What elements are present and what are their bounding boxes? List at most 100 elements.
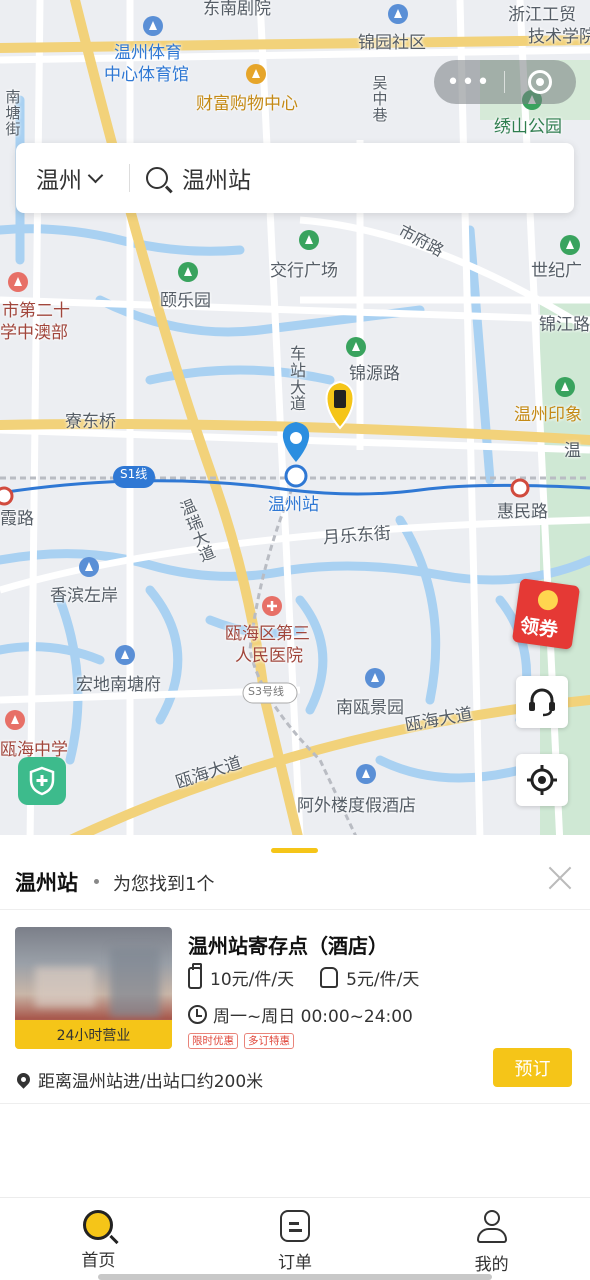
- price-row: 10元/件/天 5元/件/天: [188, 962, 420, 990]
- opening-hours: 周一~周日 00:00~24:00: [213, 1007, 413, 1027]
- map-label: 温州体育: [114, 43, 182, 63]
- poi-icon: [555, 377, 575, 397]
- map-label: 人民医院: [235, 646, 303, 666]
- shield-icon: [29, 766, 55, 796]
- location-pin-icon: [14, 1070, 33, 1089]
- map-label: 绣山公园: [494, 117, 562, 137]
- map-label: 霞路: [0, 509, 34, 529]
- residence-icon: [79, 557, 99, 577]
- map-view[interactable]: 东南剧院 浙江工贸 技术学院 温州体育 中心体育馆 锦园社区 财富购物中心 南塘…: [0, 0, 590, 845]
- tab-label: 首页: [81, 1251, 116, 1271]
- sheet-drag-handle[interactable]: [271, 848, 318, 853]
- map-label: 世纪广: [531, 261, 582, 281]
- coupon-label: 领券: [518, 614, 560, 642]
- open-24h-badge: 24小时营业: [15, 1020, 172, 1049]
- station-label: 温州站: [268, 495, 319, 515]
- mall-icon: [246, 64, 266, 84]
- divider: [0, 1103, 590, 1104]
- search-home-icon: [83, 1210, 114, 1240]
- map-label: 温: [564, 441, 581, 461]
- search-field[interactable]: [130, 143, 574, 213]
- tab-home[interactable]: 首页: [0, 1198, 197, 1280]
- promo-tags: 限时优惠 多订特惠: [188, 1033, 300, 1049]
- poi-icon: [346, 337, 366, 357]
- store-card[interactable]: 24小时营业 温州站寄存点（酒店） 10元/件/天 5元/件/天 周一~周日 0…: [0, 910, 590, 1102]
- map-label: 温州印象: [514, 405, 582, 425]
- store-photo: 24小时营业: [15, 927, 172, 1049]
- map-label: 南塘街: [5, 88, 21, 138]
- tab-bar: 首页 订单 我的: [0, 1197, 590, 1280]
- promo-tag: 多订特惠: [244, 1033, 294, 1049]
- map-label: 锦江路: [539, 315, 590, 335]
- results-title: 温州站: [15, 871, 78, 895]
- chevron-down-icon: [87, 167, 104, 183]
- map-label: 东南剧院: [203, 0, 271, 19]
- distance-text: 距离温州站进/出站口约200米: [38, 1072, 264, 1092]
- coin-icon: [536, 588, 560, 612]
- park-icon: [560, 235, 580, 255]
- home-indicator: [98, 1274, 492, 1280]
- map-label: 瓯海区第三: [225, 624, 310, 644]
- crosshair-icon: [527, 765, 557, 795]
- map-label: 技术学院: [528, 27, 590, 47]
- suitcase-icon: [188, 962, 202, 989]
- map-label: 浙江工贸: [508, 5, 576, 25]
- tab-orders[interactable]: 订单: [197, 1198, 394, 1280]
- promo-tag: 限时优惠: [188, 1033, 238, 1049]
- map-label: 阿外楼度假酒店: [297, 796, 416, 816]
- results-count: 为您找到1个: [113, 874, 215, 895]
- map-label: 香滨左岸: [50, 586, 118, 606]
- search-bar: 温州: [16, 143, 574, 213]
- target-icon: [528, 70, 552, 94]
- school-icon: [8, 272, 28, 292]
- search-icon: [146, 167, 168, 189]
- results-header: 温州站 为您找到1个: [15, 867, 214, 897]
- backpack-icon: [320, 967, 339, 988]
- map-label: 锦源路: [349, 364, 400, 384]
- map-label: 惠民路: [497, 502, 548, 522]
- map-label: 中心体育馆: [104, 65, 189, 85]
- headset-icon: [529, 688, 555, 717]
- city-selector[interactable]: 温州: [16, 143, 129, 213]
- luggage-price: 10元/件/天: [210, 970, 295, 990]
- map-label: 南瓯景园: [336, 698, 404, 718]
- store-name: 温州站寄存点（酒店）: [188, 934, 388, 958]
- tab-label: 我的: [474, 1255, 509, 1275]
- order-list-icon: [280, 1210, 310, 1242]
- park-icon: [178, 262, 198, 282]
- safety-button[interactable]: [18, 757, 66, 805]
- map-label: 学中澳部: [0, 323, 68, 343]
- miniprogram-capsule: •••: [434, 60, 576, 104]
- residence-icon: [365, 668, 385, 688]
- metro-line-badge: S1线: [120, 467, 148, 481]
- school-icon: [5, 710, 25, 730]
- map-label: 财富购物中心: [196, 94, 298, 114]
- more-menu-button[interactable]: •••: [434, 70, 504, 95]
- map-label: 车站大道: [289, 344, 306, 414]
- coupon-button[interactable]: 领券: [511, 578, 581, 650]
- map-label: 寮东桥: [65, 412, 116, 432]
- locate-button[interactable]: [516, 754, 568, 806]
- close-icon[interactable]: [547, 865, 573, 891]
- book-button[interactable]: 预订: [493, 1048, 572, 1087]
- map-label: 吴中巷: [372, 74, 388, 124]
- tab-label: 订单: [278, 1253, 312, 1273]
- map-label: 锦园社区: [358, 33, 426, 53]
- park-icon: [299, 230, 319, 250]
- clock-icon: [188, 1005, 207, 1024]
- tab-me[interactable]: 我的: [393, 1198, 590, 1280]
- map-label: 颐乐园: [160, 291, 211, 311]
- customer-service-button[interactable]: [516, 676, 568, 728]
- hotel-icon: [356, 764, 376, 784]
- search-input[interactable]: [182, 165, 562, 191]
- exit-miniprogram-button[interactable]: [505, 70, 575, 94]
- poi-icon: [388, 4, 408, 24]
- separator-dot: [94, 879, 99, 884]
- user-icon: [475, 1210, 509, 1244]
- bag-price: 5元/件/天: [346, 970, 420, 990]
- hours-row: 周一~周日 00:00~24:00: [188, 1002, 413, 1027]
- distance-row: 距离温州站进/出站口约200米: [14, 1067, 264, 1092]
- map-label: 市第二十: [2, 301, 70, 321]
- results-sheet: 温州站 为您找到1个 24小时营业 温州站寄存点（酒店） 10元/件/天 5元/…: [0, 835, 590, 1197]
- poi-icon: [143, 16, 163, 36]
